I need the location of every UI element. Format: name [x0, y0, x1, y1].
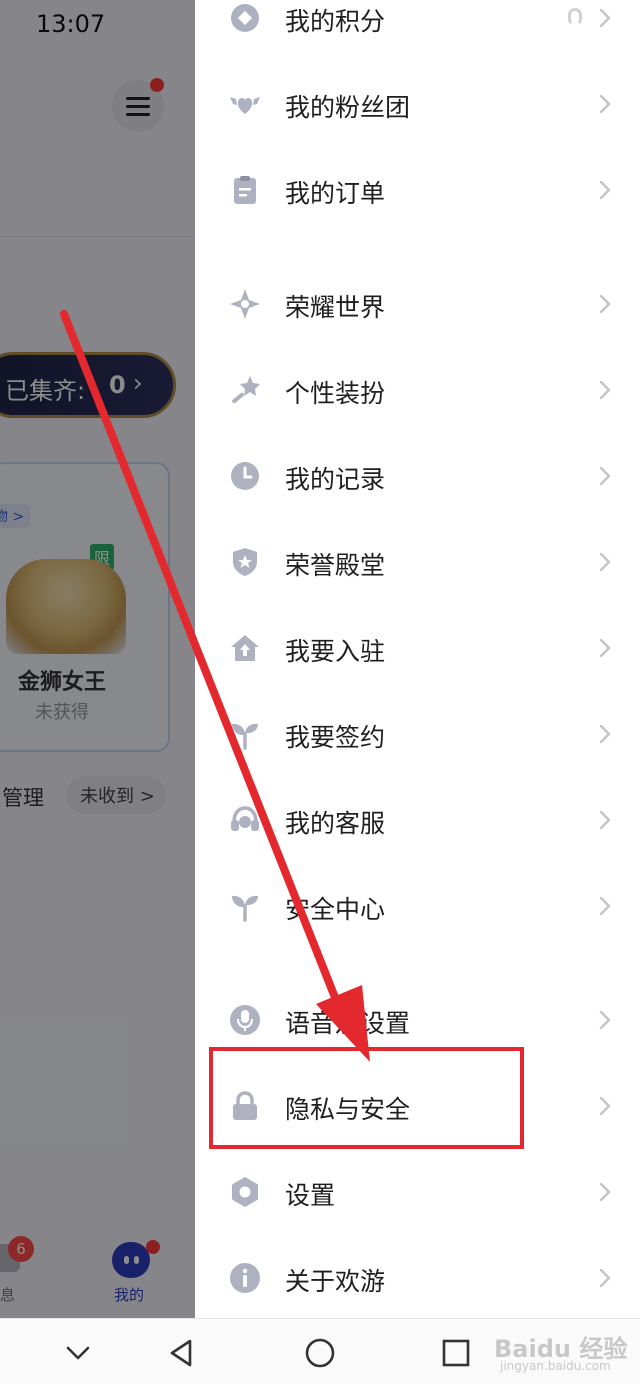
menu-item-label: 荣誉殿堂 [285, 551, 386, 580]
background-app: 13:07 已集齐: 0 › 物 > 限 金狮女王 未获得 管理 未收到 > 6… [0, 0, 195, 1318]
menu-item-hall-of-honor[interactable]: 荣誉殿堂 [195, 526, 640, 596]
chevron-right-icon [593, 1008, 617, 1032]
chevron-right-icon [593, 464, 617, 488]
menu-item-security-center[interactable]: 安全中心 [195, 870, 640, 940]
chevron-right-icon [593, 378, 617, 402]
system-nav-bar: Baidu 经验 jingyan.baidu.com [0, 1318, 640, 1384]
menu-item-orders[interactable]: 我的订单 [195, 154, 640, 224]
menu-item-fan-club[interactable]: 我的粉丝团 [195, 68, 640, 138]
microphone-icon [229, 1004, 261, 1036]
menu-item-label: 我要签约 [285, 723, 386, 752]
chevron-right-icon [593, 550, 617, 574]
shield-star-icon [229, 546, 261, 578]
chevron-right-icon [593, 1266, 617, 1290]
menu-item-label: 我的粉丝团 [285, 93, 411, 122]
menu-item-label: 语音及设置 [285, 1009, 411, 1038]
chevron-down-icon[interactable] [60, 1335, 96, 1371]
menu-item-settings[interactable]: 设置 [195, 1156, 640, 1226]
menu-item-sign-contract[interactable]: 我要签约 [195, 698, 640, 768]
menu-item-label: 我要入驻 [285, 637, 386, 666]
recents-square-icon[interactable] [438, 1335, 474, 1371]
menu-item-label: 个性装扮 [285, 379, 386, 408]
menu-item-label: 我的客服 [285, 809, 386, 838]
menu-item-label: 我的记录 [285, 465, 386, 494]
info-icon [229, 1262, 261, 1294]
clock-icon [229, 460, 261, 492]
chevron-right-icon [593, 1094, 617, 1118]
chevron-right-icon [593, 6, 617, 30]
menu-item-label: 我的积分 [285, 7, 386, 36]
chevron-right-icon [593, 292, 617, 316]
sprout-icon [229, 890, 261, 922]
back-triangle-icon[interactable] [164, 1335, 200, 1371]
headset-icon [229, 804, 261, 836]
menu-item-label: 安全中心 [285, 895, 386, 924]
sprout-icon [229, 718, 261, 750]
menu-item-label: 设置 [285, 1181, 336, 1210]
chevron-right-icon [593, 722, 617, 746]
loading-icon [568, 8, 582, 26]
menu-item-settle-in[interactable]: 我要入驻 [195, 612, 640, 682]
menu-item-label: 荣耀世界 [285, 293, 386, 322]
chevron-right-icon [593, 178, 617, 202]
heart-wings-icon [229, 88, 261, 120]
diamond-icon [229, 2, 261, 34]
home-circle-icon[interactable] [302, 1335, 338, 1371]
house-up-icon [229, 632, 261, 664]
chevron-right-icon [593, 92, 617, 116]
menu-item-dress-up[interactable]: 个性装扮 [195, 354, 640, 424]
compass-star-icon [229, 288, 261, 320]
dim-overlay[interactable] [0, 0, 195, 1318]
chevron-right-icon [593, 808, 617, 832]
magic-wand-icon [229, 374, 261, 406]
chevron-right-icon [593, 894, 617, 918]
menu-item-voice-settings[interactable]: 语音及设置 [195, 984, 640, 1054]
chevron-right-icon [593, 1180, 617, 1204]
menu-item-glory-world[interactable]: 荣耀世界 [195, 268, 640, 338]
menu-item-label: 我的订单 [285, 179, 386, 208]
highlight-box [209, 1047, 524, 1149]
chevron-right-icon [593, 636, 617, 660]
clipboard-icon [229, 174, 261, 206]
menu-item-about[interactable]: 关于欢游 [195, 1242, 640, 1312]
menu-item-customer-service[interactable]: 我的客服 [195, 784, 640, 854]
menu-item-points[interactable]: 我的积分 [195, 0, 640, 52]
menu-item-records[interactable]: 我的记录 [195, 440, 640, 510]
menu-item-label: 关于欢游 [285, 1267, 386, 1296]
gear-icon [229, 1176, 261, 1208]
watermark-sub: jingyan.baidu.com [500, 1359, 611, 1373]
